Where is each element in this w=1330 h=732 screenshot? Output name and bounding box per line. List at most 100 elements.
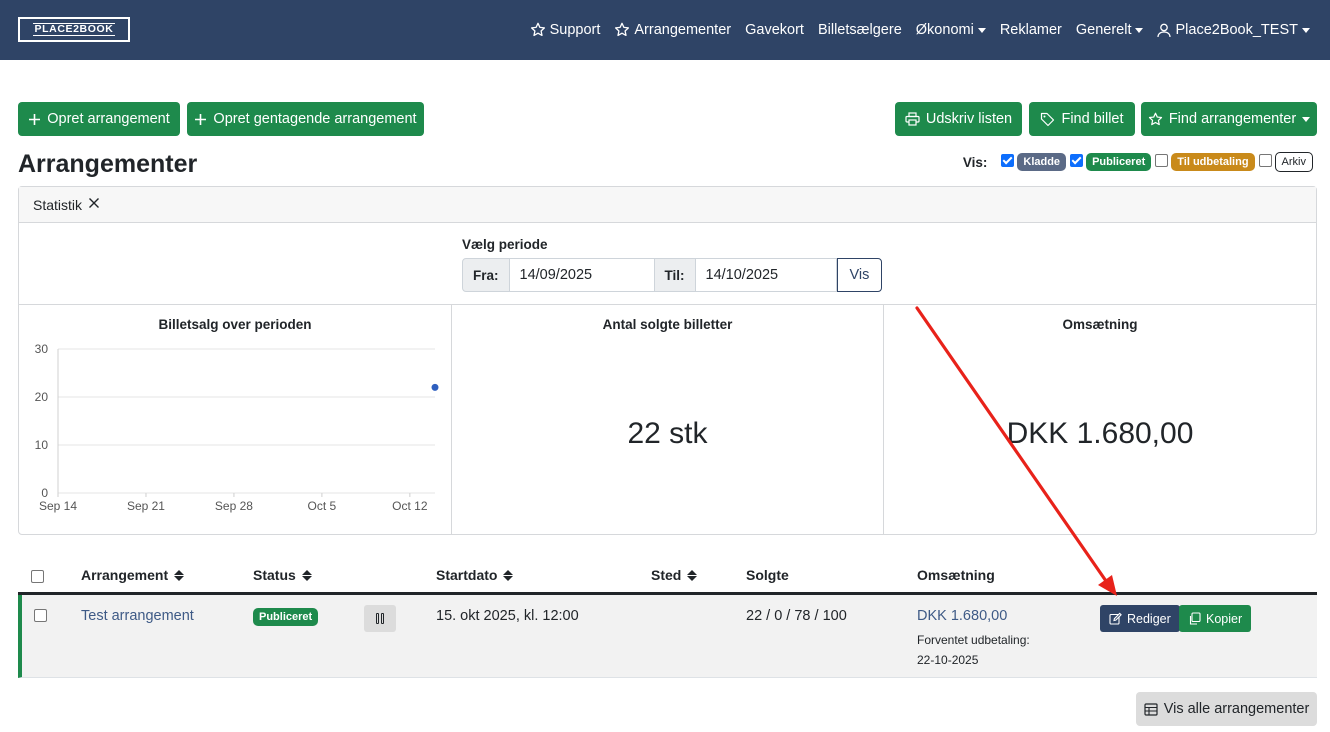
col-status[interactable]: Status — [253, 567, 312, 583]
events-table-header: Arrangement Status Startdato Sted Solgte… — [18, 560, 1317, 595]
filter-kladde-badge: Kladde — [1017, 153, 1067, 171]
status-badge: Publiceret — [253, 608, 319, 626]
table-row: Test arrangement Publiceret 15. okt 2025… — [18, 595, 1317, 678]
pause-icon — [375, 613, 385, 624]
x-tick-label: Sep 14 — [39, 499, 77, 513]
from-date-input[interactable]: 14/09/2025 — [509, 258, 655, 292]
star-icon — [530, 22, 545, 37]
plus-icon — [195, 113, 207, 125]
stat-panels: Billetsalg over perioden 0 10 20 30 Sep 14 Se… — [19, 304, 1316, 535]
col-solgte: Solgte — [746, 567, 789, 583]
print-list-button[interactable]: Udskriv listen — [895, 102, 1022, 136]
show-period-button[interactable]: Vis — [836, 258, 883, 292]
to-date-input[interactable]: 14/10/2025 — [695, 258, 837, 292]
nav-links: Support Arrangementer Gavekort Billetsæl… — [516, 0, 1310, 60]
row-select-checkbox[interactable] — [34, 609, 47, 622]
nav-gavekort[interactable]: Gavekort — [745, 22, 804, 38]
copy-button[interactable]: Kopier — [1179, 605, 1252, 632]
payout-info: Forventet udbetaling: 22-10-2025 — [917, 630, 1030, 670]
user-icon — [1157, 23, 1172, 37]
filter-publiceret-checkbox[interactable] — [1070, 153, 1084, 167]
find-ticket-button[interactable]: Find billet — [1029, 102, 1135, 136]
status-badge-cell: Publiceret — [253, 608, 322, 626]
nav-generelt[interactable]: Generelt — [1076, 22, 1144, 38]
filter-arkiv-checkbox[interactable] — [1258, 153, 1272, 167]
filter-til-udbetaling-badge: Til udbetaling — [1171, 153, 1255, 171]
table-icon — [1144, 702, 1158, 716]
col-sted[interactable]: Sted — [651, 567, 698, 583]
create-recurring-event-button[interactable]: Opret gentagende arrangement — [187, 102, 424, 136]
sort-icon — [503, 569, 514, 581]
sort-icon — [301, 569, 312, 581]
col-omsaetning: Omsætning — [917, 567, 995, 583]
sold-count: 22 / 0 / 78 / 100 — [746, 608, 847, 624]
start-date: 15. okt 2025, kl. 12:00 — [436, 608, 579, 624]
filter-publiceret-badge: Publiceret — [1086, 153, 1152, 171]
sort-icon — [687, 569, 698, 581]
show-all-events-button[interactable]: Vis alle arrangementer — [1136, 692, 1317, 726]
page-title: Arrangementer — [18, 150, 198, 178]
x-tick-label: Oct 5 — [308, 499, 337, 513]
x-tick-label: Oct 12 — [392, 499, 428, 513]
chart-title: Billetsalg over perioden — [158, 317, 312, 332]
find-events-dropdown[interactable]: Find arrangementer — [1141, 102, 1317, 136]
y-tick-label: 20 — [35, 390, 49, 404]
col-startdato[interactable]: Startdato — [436, 567, 514, 583]
select-all-checkbox[interactable] — [31, 570, 44, 583]
filter-arkiv-badge: Arkiv — [1274, 152, 1313, 172]
revenue-amount: DKK 1.680,00 — [917, 608, 1008, 624]
close-icon[interactable] — [88, 196, 100, 214]
pause-sales-button[interactable] — [364, 605, 396, 632]
printer-icon — [905, 112, 920, 126]
edit-button[interactable]: Rediger — [1100, 605, 1180, 632]
period-label: Vælg periode — [462, 237, 548, 252]
revenue-panel: Omsætning DKK 1.680,00 — [884, 305, 1316, 535]
edit-icon — [1109, 612, 1122, 625]
x-tick-label: Sep 21 — [127, 499, 165, 513]
data-point — [431, 383, 439, 391]
star-icon — [1148, 112, 1162, 125]
y-tick-label: 0 — [41, 486, 48, 500]
period-selector: Vælg periode Fra: 14/09/2025 Til: 14/10/… — [462, 237, 883, 292]
tickets-sold-value: 22 stk — [627, 417, 708, 450]
sales-chart: 0 10 20 30 Sep 14 Sep 21 Sep 28 Oct 5 Oct 12 — [35, 342, 439, 513]
nav-user-menu[interactable]: Place2Book_TEST — [1157, 22, 1310, 38]
copy-icon — [1189, 612, 1201, 625]
col-arrangement[interactable]: Arrangement — [81, 567, 185, 583]
caret-down-icon — [1302, 116, 1311, 122]
revenue-title: Omsætning — [1062, 317, 1138, 332]
filter-kladde-checkbox[interactable] — [1001, 153, 1015, 167]
nav-okonomi[interactable]: Økonomi — [916, 22, 986, 38]
event-name-link[interactable]: Test arrangement — [81, 608, 194, 624]
nav-reklamer[interactable]: Reklamer — [1000, 22, 1062, 38]
top-navbar: PLACE2BOOK Support Arrangementer Gavekor… — [0, 0, 1330, 60]
sales-chart-panel: Billetsalg over perioden 0 10 20 30 Sep 14 Se… — [19, 305, 452, 535]
from-label: Fra: — [462, 258, 510, 292]
star-icon — [615, 22, 630, 37]
nav-billetsaelgere[interactable]: Billetsælgere — [818, 22, 902, 38]
status-filter: Vis: Kladde Publiceret Til udbetaling Ar… — [963, 152, 1317, 172]
nav-arrangementer[interactable]: Arrangementer — [614, 22, 731, 38]
tickets-title: Antal solgte billetter — [602, 317, 733, 332]
y-tick-label: 10 — [35, 438, 49, 452]
revenue-value: DKK 1.680,00 — [1006, 417, 1194, 450]
payout-label: Forventet udbetaling: — [917, 633, 1030, 647]
filter-label: Vis: — [962, 154, 988, 170]
tickets-panel: Antal solgte billetter 22 stk — [452, 305, 884, 535]
caret-down-icon — [977, 27, 986, 33]
y-tick-label: 30 — [35, 342, 49, 356]
filter-til-udbetaling-checkbox[interactable] — [1155, 153, 1169, 167]
caret-down-icon — [1135, 27, 1144, 33]
nav-support[interactable]: Support — [530, 22, 600, 38]
statistics-header: Statistik — [19, 187, 1316, 223]
x-tick-label: Sep 28 — [215, 499, 253, 513]
plus-icon — [29, 113, 41, 125]
caret-down-icon — [1302, 27, 1310, 33]
to-label: Til: — [654, 258, 696, 292]
payout-date: 22-10-2025 — [917, 653, 979, 667]
tag-icon — [1041, 112, 1055, 126]
revenue-cell: DKK 1.680,00 Forventet udbetaling: 22-10… — [917, 608, 1030, 670]
place2book-logo[interactable]: PLACE2BOOK — [18, 17, 130, 42]
sort-icon — [174, 569, 185, 581]
create-event-button[interactable]: Opret arrangement — [18, 102, 180, 136]
